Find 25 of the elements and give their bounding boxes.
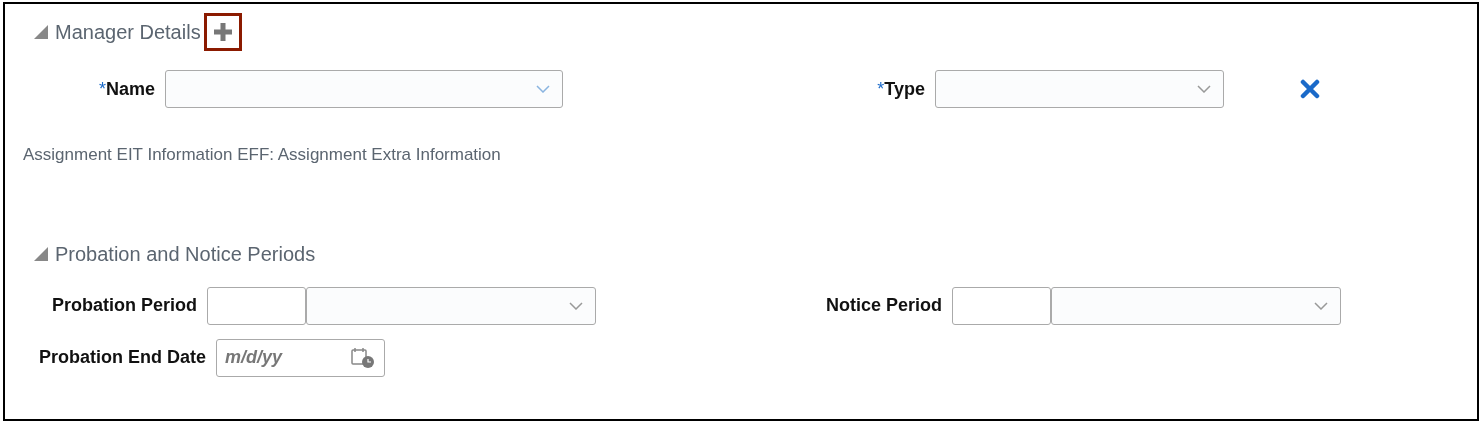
unit-dropdown[interactable] (306, 286, 596, 325)
add-button[interactable] (203, 13, 242, 51)
chevron-down-icon (1314, 301, 1328, 310)
unit-dropdown[interactable] (1051, 286, 1341, 325)
add-icon (212, 22, 233, 42)
field-label: Probation End Date (39, 346, 206, 369)
collapse-triangle-icon[interactable] (33, 245, 49, 262)
field-label: *Type (877, 77, 925, 101)
chevron-down-icon (1197, 85, 1211, 93)
chevron-down-icon (536, 85, 550, 93)
field-label: Notice Period (825, 294, 942, 317)
info-text: Assignment EIT Information EFF: Assignment Extra Information (22, 144, 502, 166)
calendar-icon[interactable] (351, 346, 375, 369)
section-title: Manager Details (55, 20, 201, 45)
chevron-down-icon (569, 301, 583, 310)
dropdown-field[interactable] (935, 70, 1224, 108)
section-title: Probation and Notice Periods (55, 241, 316, 267)
number-field[interactable] (952, 286, 1051, 325)
number-field[interactable] (207, 286, 306, 325)
dropdown-field[interactable] (165, 70, 563, 108)
collapse-triangle-icon[interactable] (33, 24, 49, 40)
field-label: Probation Period (52, 294, 197, 317)
field-label: *Name (98, 77, 155, 101)
date-field[interactable]: m/d/yy (216, 338, 385, 377)
close-icon[interactable] (1300, 79, 1320, 99)
